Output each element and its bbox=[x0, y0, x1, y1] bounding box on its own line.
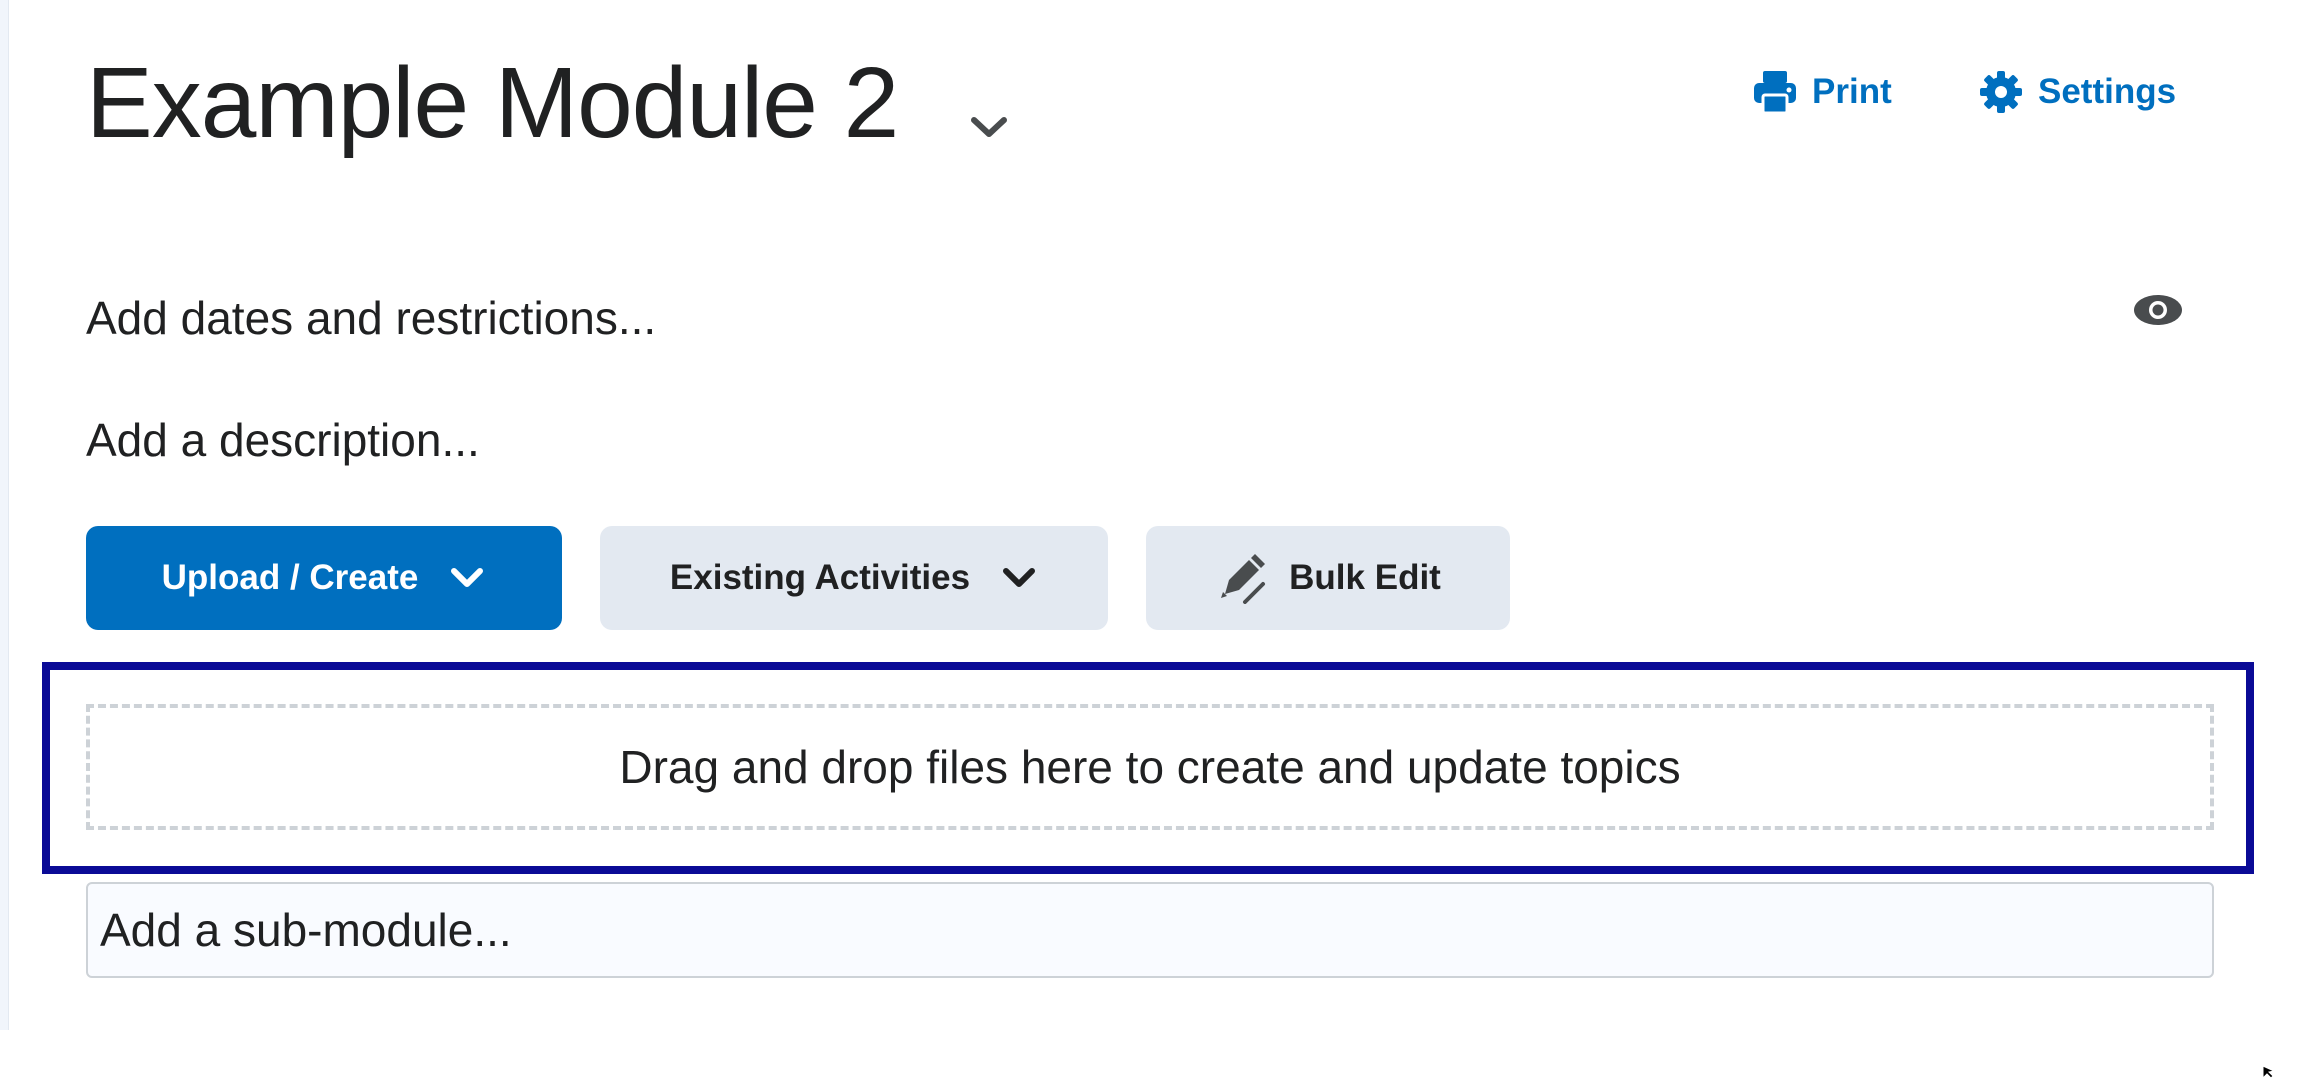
upload-create-label: Upload / Create bbox=[161, 558, 419, 597]
eye-icon[interactable] bbox=[2130, 288, 2186, 332]
file-drop-zone[interactable]: Drag and drop files here to create and u… bbox=[86, 704, 2214, 830]
add-description[interactable]: Add a description... bbox=[86, 410, 480, 470]
drop-zone-text: Drag and drop files here to create and u… bbox=[619, 741, 1681, 793]
gear-icon bbox=[1978, 69, 2024, 115]
chevron-down-icon[interactable] bbox=[966, 110, 1012, 144]
printer-icon bbox=[1752, 69, 1798, 115]
chevron-down-icon bbox=[1000, 565, 1038, 591]
add-dates-restrictions[interactable]: Add dates and restrictions... bbox=[86, 288, 656, 348]
module-page: Example Module 2 Print Settings Add date… bbox=[0, 0, 2300, 1078]
pencil-icon bbox=[1215, 552, 1267, 604]
print-button[interactable]: Print bbox=[1752, 62, 1892, 122]
upload-create-button[interactable]: Upload / Create bbox=[86, 526, 562, 630]
submodule-placeholder: Add a sub-module... bbox=[100, 904, 512, 956]
chevron-down-icon bbox=[448, 565, 486, 591]
bulk-edit-button[interactable]: Bulk Edit bbox=[1146, 526, 1510, 630]
settings-label: Settings bbox=[2038, 72, 2177, 111]
settings-button[interactable]: Settings bbox=[1978, 62, 2176, 122]
page-title[interactable]: Example Module 2 bbox=[86, 38, 899, 168]
add-submodule-input[interactable]: Add a sub-module... bbox=[86, 882, 2214, 978]
left-rail-edge bbox=[0, 0, 9, 1030]
existing-activities-label: Existing Activities bbox=[669, 558, 971, 597]
existing-activities-button[interactable]: Existing Activities bbox=[600, 526, 1108, 630]
bulk-edit-label: Bulk Edit bbox=[1289, 558, 1441, 597]
mouse-pointer-icon bbox=[2262, 1066, 2278, 1078]
print-label: Print bbox=[1812, 72, 1892, 111]
